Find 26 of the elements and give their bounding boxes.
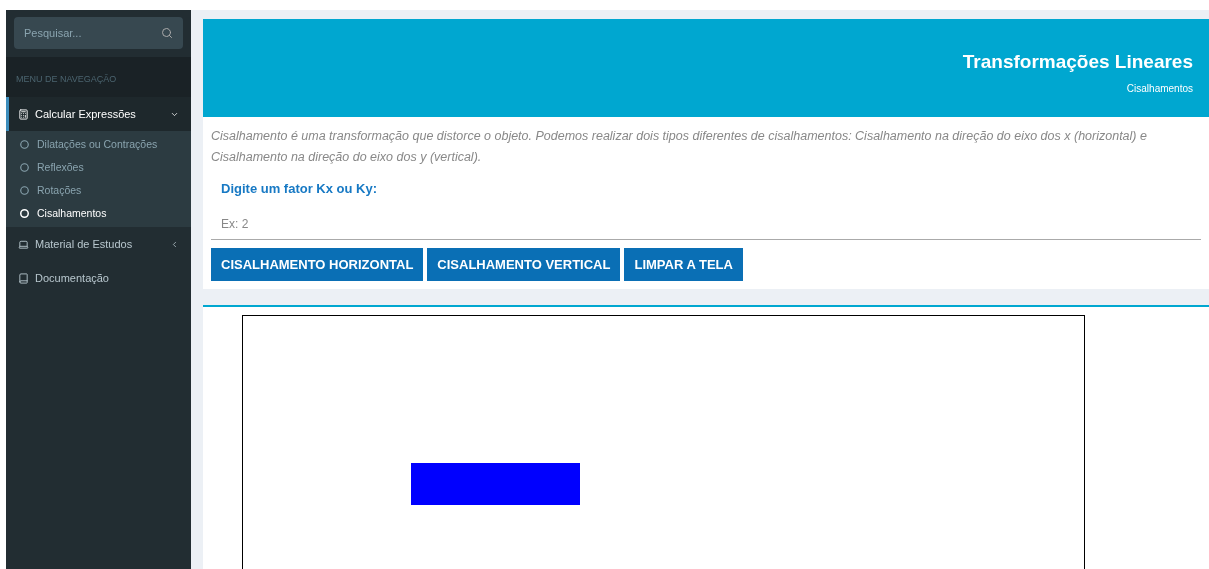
- submenu-item[interactable]: Cisalhamentos: [6, 202, 191, 225]
- submenu-item[interactable]: Dilatações ou Contrações: [6, 133, 191, 156]
- field-label: Digite um fator Kx ou Ky:: [221, 181, 377, 196]
- sidebar-item[interactable]: Material de Estudos: [6, 227, 191, 261]
- circle-icon: [20, 186, 29, 195]
- circle-icon: [20, 209, 29, 218]
- submenu-item[interactable]: Rotações: [6, 179, 191, 202]
- factor-input[interactable]: Ex: 2: [211, 208, 1201, 240]
- breadcrumb: Cisalhamentos: [1126, 81, 1193, 96]
- search-icon[interactable]: [161, 27, 173, 39]
- page-title: Transformações Lineares: [962, 50, 1193, 75]
- book-icon: [18, 272, 29, 284]
- circle-icon: [20, 140, 29, 149]
- sidebar-item[interactable]: Documentação: [6, 261, 191, 295]
- section-title: MENU DE NAVEGAÇÃO: [16, 74, 117, 84]
- laptop-icon: [18, 238, 29, 250]
- submenu-item[interactable]: Reflexões: [6, 156, 191, 179]
- calculator-icon: [18, 108, 29, 120]
- circle-icon: [20, 163, 29, 172]
- description: Cisalhamento é uma transformação que distorce o objeto. Podemos realizar dois tipos diferentes de cisalhamentos: Cisalhamento na direção do eixo dos x (horizontal) e Cisalhamento na direção do eixo dos y (vertical).: [211, 128, 1148, 166]
- chevron-icon: [170, 239, 179, 249]
- action-button[interactable]: LIMPAR A TELA: [624, 248, 743, 281]
- sidebar-item[interactable]: Calcular Expressões: [6, 97, 191, 131]
- search-field[interactable]: Pesquisar...: [14, 17, 183, 49]
- action-button[interactable]: CISALHAMENTO VERTICAL: [427, 248, 621, 281]
- action-button[interactable]: CISALHAMENTO HORIZONTAL: [211, 248, 424, 281]
